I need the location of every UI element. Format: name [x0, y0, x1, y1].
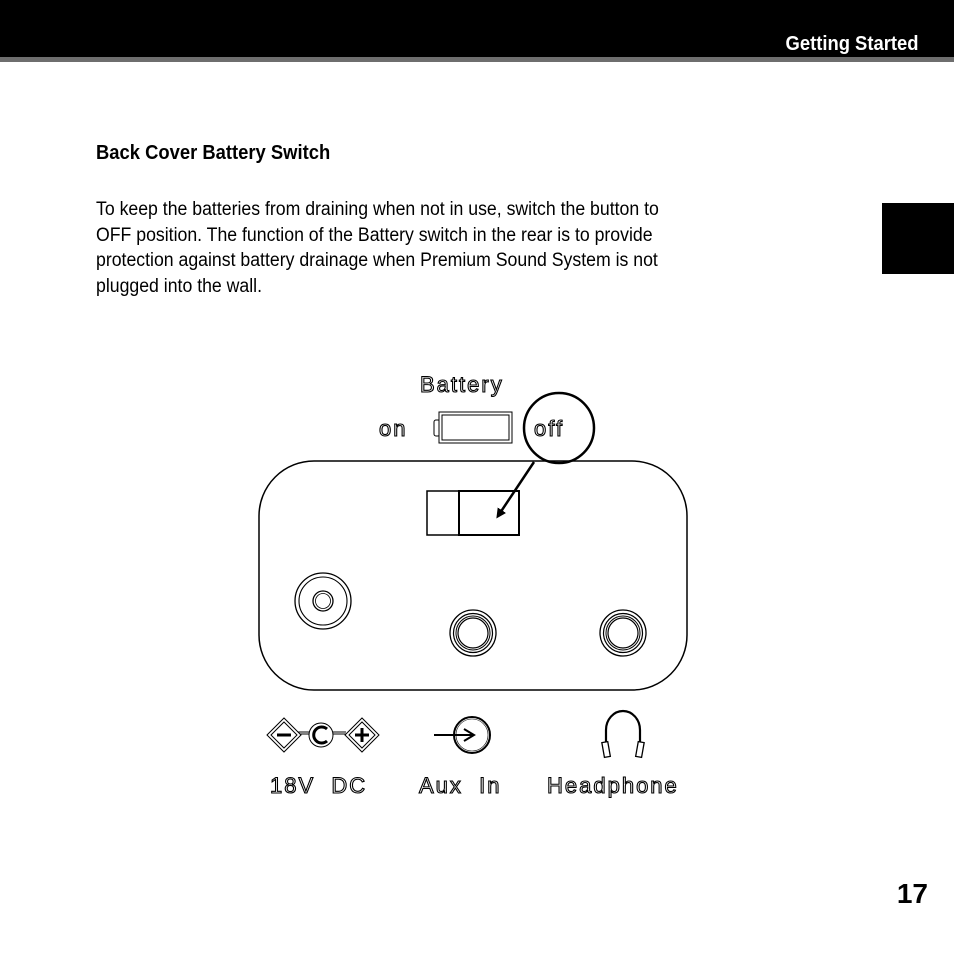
back-panel-diagram: Battery on off 18V DC Aux In Headphone — [258, 371, 688, 799]
headphone-icon — [601, 709, 645, 759]
dc-jack[interactable] — [294, 572, 352, 630]
headphone-port-label: Headphone — [547, 773, 679, 798]
off-label: off — [534, 416, 564, 441]
aux-jack[interactable] — [449, 609, 497, 657]
aux-input-icon — [434, 716, 491, 754]
headphone-jack[interactable] — [599, 609, 647, 657]
aux-port-label: Aux In — [419, 773, 501, 798]
page-number: 17 — [896, 878, 928, 909]
battery-label: Battery — [420, 372, 504, 397]
battery-icon — [433, 411, 513, 444]
on-label: on — [379, 416, 407, 441]
dc-polarity-icon — [266, 717, 380, 753]
dc-port-label: 18V DC — [270, 773, 367, 798]
battery-switch[interactable] — [426, 490, 520, 536]
